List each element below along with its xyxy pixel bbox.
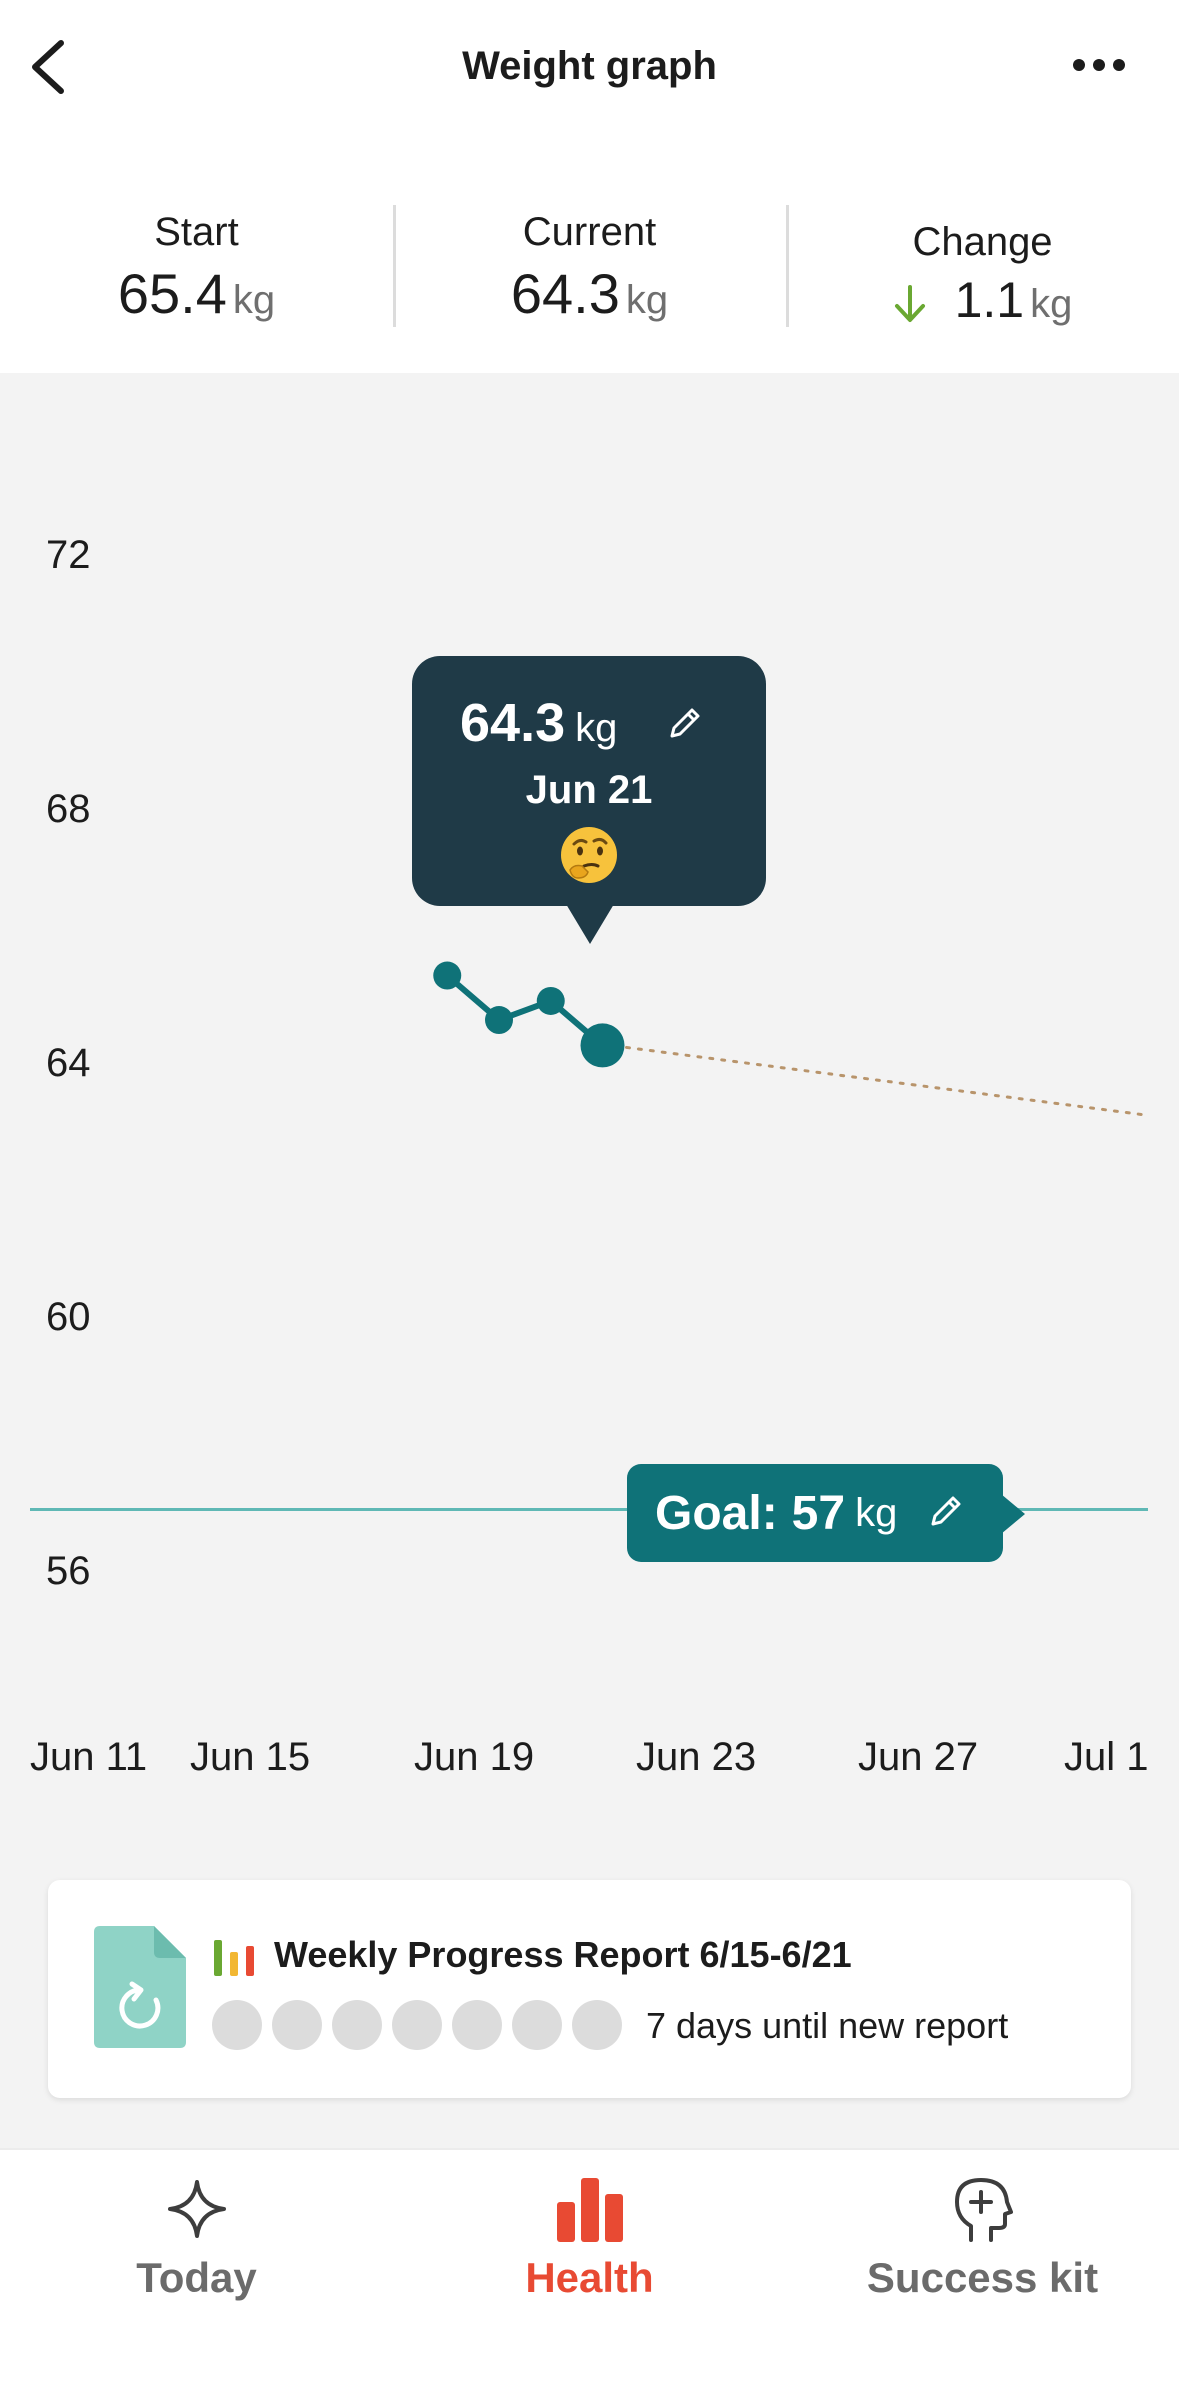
- current-label: Current: [522, 210, 657, 254]
- start-value: 65.4: [117, 262, 227, 325]
- chart-canvas: [30, 961, 1150, 1511]
- pencil-icon: [670, 708, 700, 738]
- day-dot: [452, 2000, 502, 2050]
- x-tick-label: Jun 23: [636, 1735, 757, 1779]
- start-stat: Start 65.4 kg: [0, 190, 393, 340]
- change-stat: Change 1.1 kg: [786, 190, 1179, 340]
- current-unit: kg: [625, 278, 669, 322]
- x-tick-label: Jun 11: [30, 1735, 148, 1779]
- data-point[interactable]: [536, 986, 565, 1015]
- thinking-face-icon: [561, 827, 617, 883]
- report-document-icon: [94, 1926, 186, 2048]
- data-point[interactable]: [485, 1006, 513, 1035]
- change-unit: kg: [1030, 282, 1073, 326]
- more-horizontal-icon: [1073, 59, 1125, 71]
- day-dot: [512, 2000, 562, 2050]
- y-tick-label: 60: [46, 1295, 91, 1339]
- sparkle-icon: [167, 2180, 226, 2238]
- more-options-button[interactable]: [1059, 40, 1139, 90]
- day-dot: [332, 2000, 382, 2050]
- goal-value: 57: [791, 1486, 846, 1540]
- page-title: Weight graph: [462, 44, 717, 88]
- bar-chart-mini-icon: [214, 1940, 254, 1976]
- weekly-report-card[interactable]: Weekly Progress Report 6/15-6/21 7 days …: [48, 1880, 1131, 2098]
- change-label: Change: [912, 220, 1053, 264]
- edit-goal-button[interactable]: [927, 1492, 965, 1535]
- day-dot: [272, 2000, 322, 2050]
- tooltip-value-row: 64.3 kg: [460, 692, 617, 754]
- x-tick-label: Jun 27: [858, 1735, 979, 1779]
- current-value-row: 64.3 kg: [393, 261, 786, 326]
- x-tick-label: Jun 19: [414, 1735, 535, 1779]
- current-value: 64.3: [510, 262, 620, 325]
- x-tick-label: Jun 15: [190, 1735, 311, 1779]
- weight-series-line: [445, 973, 605, 1048]
- start-label: Start: [154, 210, 239, 254]
- goal-unit: kg: [855, 1490, 898, 1535]
- header: Weight graph: [0, 0, 1179, 140]
- nav-tab-success-kit[interactable]: Success kit: [786, 2150, 1179, 2396]
- goal-label: Goal:: [655, 1486, 778, 1540]
- report-countdown: 7 days until new report: [646, 2005, 1009, 2046]
- goal-badge[interactable]: Goal: 57 kg: [627, 1464, 1025, 1562]
- pencil-icon: [931, 1496, 961, 1525]
- nav-label-success-kit: Success kit: [866, 2254, 1099, 2301]
- nav-label-health: Health: [525, 2254, 654, 2301]
- report-day-progress: [212, 2000, 622, 2050]
- tooltip-unit: kg: [575, 706, 618, 750]
- bar-chart-icon: [556, 2178, 623, 2242]
- day-dot: [212, 2000, 262, 2050]
- data-point-tooltip[interactable]: 64.3 kg Jun 21: [412, 656, 766, 944]
- selected-data-point[interactable]: [580, 1023, 625, 1068]
- current-stat: Current 64.3 kg: [393, 190, 786, 340]
- bottom-navigation: Today Health Success kit: [0, 2148, 1179, 2396]
- y-tick-label: 64: [46, 1041, 91, 1085]
- x-tick-label: Jul 1: [1064, 1735, 1149, 1779]
- day-dot: [392, 2000, 442, 2050]
- projection-line: [625, 1045, 1150, 1117]
- day-dot: [572, 2000, 622, 2050]
- arrow-down-icon: [894, 284, 925, 322]
- y-tick-label: 56: [46, 1549, 91, 1593]
- nav-tab-today[interactable]: Today: [0, 2150, 393, 2396]
- change-value: 1.1: [954, 272, 1025, 328]
- y-tick-label: 72: [46, 533, 91, 577]
- change-value-row: 1.1 kg: [786, 271, 1179, 329]
- tooltip-value: 64.3: [460, 693, 566, 753]
- nav-tab-health[interactable]: Health: [393, 2150, 786, 2396]
- nav-label-today: Today: [136, 2254, 257, 2301]
- report-title: Weekly Progress Report 6/15-6/21: [274, 1934, 852, 1975]
- edit-entry-button[interactable]: [666, 704, 704, 747]
- start-unit: kg: [232, 278, 276, 322]
- tooltip-date: Jun 21: [525, 768, 653, 812]
- head-plus-icon: [954, 2178, 1013, 2242]
- weight-summary: Start 65.4 kg Current 64.3 kg Change 1.1 kg: [0, 190, 1179, 340]
- data-point[interactable]: [433, 961, 462, 990]
- y-tick-label: 68: [46, 787, 91, 831]
- start-value-row: 65.4 kg: [0, 261, 393, 326]
